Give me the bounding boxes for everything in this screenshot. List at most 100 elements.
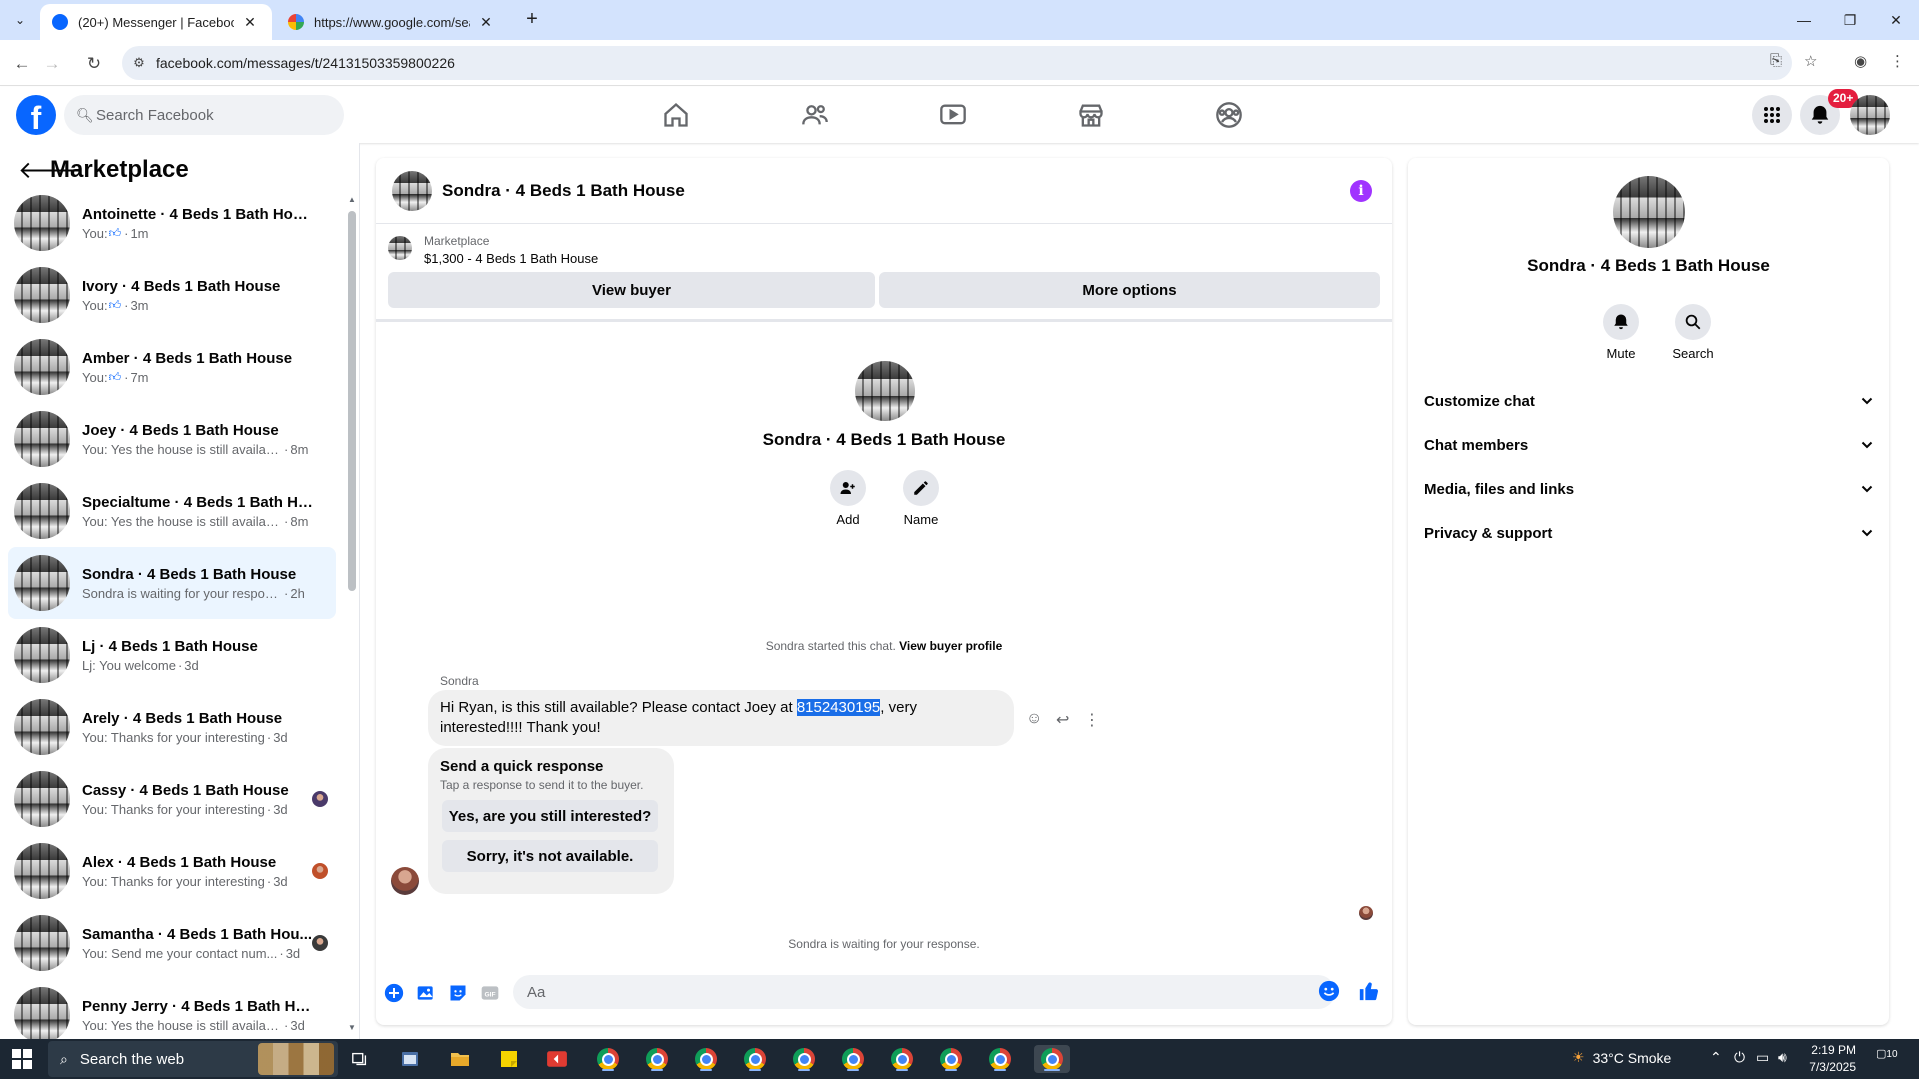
conversation-list-scrollbar[interactable]: [348, 211, 356, 591]
chrome-active-icon[interactable]: [1034, 1045, 1070, 1073]
plus-circle-icon[interactable]: [383, 982, 405, 1004]
back-arrow-icon[interactable]: ←: [8, 50, 36, 78]
conversation-item[interactable]: Ivory · 4 Beds 1 Bath House You: 👍︎ · 3m: [8, 259, 336, 331]
tab-search-chevron-icon[interactable]: ⌄: [8, 8, 32, 32]
listing-thumbnail[interactable]: [388, 236, 412, 260]
scroll-up-arrow-icon[interactable]: ▲: [348, 195, 356, 204]
nav-groups-icon[interactable]: [1174, 87, 1284, 143]
chrome-profile-6-icon[interactable]: [839, 1045, 867, 1073]
address-bar[interactable]: ⚙ facebook.com/messages/t/24131503359800…: [122, 46, 1792, 80]
weather-widget[interactable]: ☀ 33°C Smoke: [1572, 1049, 1671, 1066]
back-arrow-icon[interactable]: 🡐: [18, 155, 82, 185]
chrome-profile-9-icon[interactable]: [986, 1045, 1014, 1073]
minimize-button[interactable]: —: [1781, 0, 1827, 40]
quick-response-yes-button[interactable]: Yes, are you still interested?: [442, 800, 658, 832]
nav-home-icon[interactable]: [621, 87, 731, 143]
chrome-profile-2-icon[interactable]: [643, 1045, 671, 1073]
conversation-item[interactable]: Specialtume · 4 Beds 1 Bath Hou... You: Y…: [8, 475, 336, 547]
more-options-button[interactable]: More options: [879, 272, 1380, 308]
tray-chevron-up-icon[interactable]: ⌃: [1710, 1049, 1722, 1066]
media-files-links-row[interactable]: Media, files and links: [1424, 469, 1873, 509]
chat-title[interactable]: Sondra · 4 Beds 1 Bath House: [442, 181, 685, 201]
nav-video-icon[interactable]: [898, 87, 1008, 143]
conversation-item[interactable]: Alex · 4 Beds 1 Bath House You: Thanks fo…: [8, 835, 336, 907]
chrome-profile-5-icon[interactable]: [790, 1045, 818, 1073]
incoming-message[interactable]: Hi Ryan, is this still available? Please…: [428, 690, 1014, 746]
quick-response-sorry-button[interactable]: Sorry, it's not available.: [442, 840, 658, 872]
chat-members-row[interactable]: Chat members: [1424, 425, 1873, 465]
conversation-item[interactable]: Amber · 4 Beds 1 Bath House You: 👍︎ · 7m: [8, 331, 336, 403]
nav-friends-icon[interactable]: [760, 87, 870, 143]
tab-google-search[interactable]: https://www.google.com/search ✕: [276, 4, 508, 40]
conversation-item[interactable]: Samantha · 4 Beds 1 Bath Hou... You: Send…: [8, 907, 336, 979]
conversation-item[interactable]: Cassy · 4 Beds 1 Bath House You: Thanks f…: [8, 763, 336, 835]
sender-avatar[interactable]: [391, 867, 419, 895]
privacy-support-row[interactable]: Privacy & support: [1424, 513, 1873, 553]
listing-price[interactable]: $1,300 - 4 Beds 1 Bath House: [424, 251, 598, 266]
react-smiley-icon[interactable]: ☺: [1026, 710, 1042, 728]
chrome-profile-3-icon[interactable]: [692, 1045, 720, 1073]
install-app-icon[interactable]: ⎘: [1770, 52, 1782, 69]
customize-chat-row[interactable]: Customize chat: [1424, 381, 1873, 421]
info-avatar[interactable]: [1613, 176, 1685, 248]
conversation-item[interactable]: Penny Jerry · 4 Beds 1 Bath House You: Ye…: [8, 979, 336, 1040]
reload-icon[interactable]: ↻: [80, 50, 108, 78]
notification-center-icon[interactable]: ▢10: [1876, 1047, 1898, 1060]
new-tab-button[interactable]: +: [520, 8, 544, 32]
file-explorer-icon[interactable]: [446, 1045, 474, 1073]
conversation-item[interactable]: Antoinette · 4 Beds 1 Bath House You: 👍︎ · 1…: [8, 187, 336, 259]
mute-button[interactable]: Mute: [1591, 304, 1651, 361]
account-avatar[interactable]: [1850, 95, 1890, 135]
facebook-search-box[interactable]: 🔍︎: [64, 95, 344, 135]
chrome-profile-7-icon[interactable]: [888, 1045, 916, 1073]
gif-icon[interactable]: GIF: [479, 982, 501, 1004]
chrome-profile-1-icon[interactable]: [594, 1045, 622, 1073]
forward-arrow-icon[interactable]: →: [38, 50, 66, 78]
scroll-down-arrow-icon[interactable]: ▼: [348, 1023, 356, 1032]
edit-name-button[interactable]: Name: [891, 470, 951, 527]
facebook-search-input[interactable]: [96, 106, 326, 124]
nav-marketplace-icon[interactable]: [1036, 87, 1146, 143]
network-icon[interactable]: ▭: [1756, 1049, 1769, 1066]
conversation-item[interactable]: Lj · 4 Beds 1 Bath House Lj: You welcome ·…: [8, 619, 336, 691]
bookmark-star-icon[interactable]: ☆: [1804, 52, 1817, 70]
volume-icon[interactable]: 🔊︎: [1778, 1049, 1787, 1066]
conversation-item[interactable]: Arely · 4 Beds 1 Bath House You: Thanks f…: [8, 691, 336, 763]
view-buyer-profile-link[interactable]: View buyer profile: [899, 639, 1002, 653]
app-red-icon[interactable]: [543, 1045, 571, 1073]
facebook-logo-icon[interactable]: f: [16, 95, 56, 135]
conversation-avatar: [14, 843, 70, 899]
sticker-icon[interactable]: [447, 982, 469, 1004]
view-buyer-button[interactable]: View buyer: [388, 272, 875, 308]
site-info-icon[interactable]: ⚙: [122, 55, 156, 71]
sticky-notes-icon[interactable]: [495, 1045, 523, 1073]
windows-start-icon[interactable]: [12, 1049, 32, 1069]
info-icon[interactable]: i: [1350, 180, 1372, 202]
reply-arrow-icon[interactable]: ↩: [1056, 710, 1069, 730]
conversation-item[interactable]: Joey · 4 Beds 1 Bath House You: Yes the h…: [8, 403, 336, 475]
selected-phone-number[interactable]: 8152430195: [796, 699, 881, 716]
tab-messenger[interactable]: (20+) Messenger | Facebook ✕: [40, 4, 272, 40]
conversation-item[interactable]: Sondra · 4 Beds 1 Bath House Sondra is wa…: [8, 547, 336, 619]
message-input[interactable]: [513, 975, 1335, 1009]
search-conversation-button[interactable]: Search: [1663, 304, 1723, 361]
tray-app-icon[interactable]: ⏻: [1734, 1049, 1745, 1066]
app-window-icon[interactable]: [396, 1045, 424, 1073]
thumbs-up-icon[interactable]: [1358, 980, 1380, 1002]
close-window-button[interactable]: ✕: [1873, 0, 1919, 40]
add-people-button[interactable]: Add: [818, 470, 878, 527]
chrome-profile-4-icon[interactable]: [741, 1045, 769, 1073]
browser-menu-icon[interactable]: ⋮: [1890, 52, 1905, 70]
chrome-profile-8-icon[interactable]: [937, 1045, 965, 1073]
close-tab-icon[interactable]: ✕: [240, 14, 260, 31]
close-tab-icon[interactable]: ✕: [476, 14, 496, 31]
photo-gallery-icon[interactable]: [415, 982, 437, 1004]
chat-avatar[interactable]: [392, 170, 432, 211]
maximize-button[interactable]: ❐: [1827, 0, 1873, 40]
emoji-icon[interactable]: [1318, 980, 1340, 1002]
system-clock[interactable]: 2:19 PM 7/3/2025: [1796, 1042, 1856, 1076]
task-view-icon[interactable]: [346, 1045, 374, 1073]
more-dots-icon[interactable]: ⋮: [1084, 710, 1100, 730]
profile-icon[interactable]: ◉: [1854, 52, 1867, 70]
menu-grid-icon[interactable]: [1752, 95, 1792, 135]
